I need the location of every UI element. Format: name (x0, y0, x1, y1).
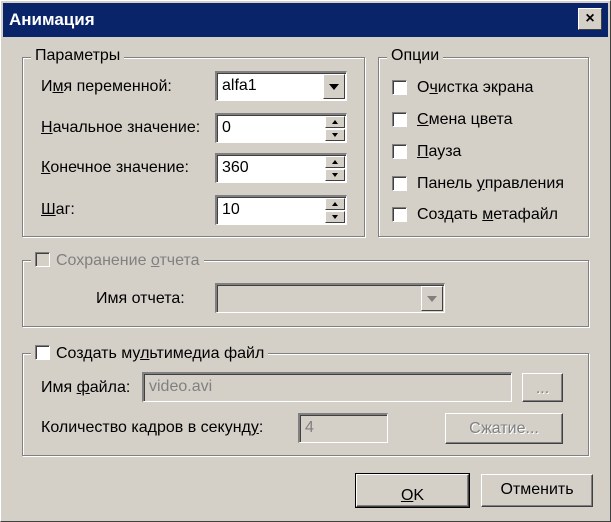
spin-down-icon[interactable] (325, 211, 345, 223)
save-report-label: Сохранение отчета (56, 252, 200, 269)
create-metafile-label[interactable]: Создать метафайл (417, 206, 558, 224)
report-name-combobox (215, 283, 445, 313)
chevron-down-icon (427, 296, 437, 302)
window-title: Анимация (9, 10, 95, 29)
create-multimedia-label[interactable]: Создать мультимедиа файл (56, 345, 264, 362)
var-name-dropdown-button[interactable] (323, 74, 345, 99)
title-bar[interactable]: Анимация × (3, 3, 608, 37)
color-change-label[interactable]: Смена цвета (417, 111, 513, 129)
step-spinner[interactable]: 10 (215, 195, 347, 225)
report-name-label: Имя отчета: (96, 290, 185, 307)
var-name-value: alfa1 (222, 77, 257, 94)
spin-up-icon[interactable] (325, 198, 345, 210)
end-value-label: Конечное значение: (41, 159, 189, 176)
multimedia-legend: Создать мультимедиа файл (31, 343, 269, 363)
color-change-checkbox[interactable] (392, 112, 407, 127)
pause-label[interactable]: Пауза (417, 143, 461, 161)
save-report-checkbox (35, 252, 50, 267)
pause-checkbox[interactable] (392, 144, 407, 159)
step-value: 10 (222, 201, 240, 218)
var-name-combobox[interactable]: alfa1 (215, 71, 347, 101)
fps-input: 4 (298, 413, 388, 443)
file-name-label: Имя файла: (41, 379, 131, 396)
report-name-dropdown-button (421, 286, 443, 311)
start-spin-buttons[interactable] (325, 116, 345, 141)
options-legend: Опции (387, 47, 444, 65)
end-value-spinner[interactable]: 360 (215, 153, 347, 183)
file-name-value: video.avi (149, 378, 213, 395)
parameters-legend: Параметры (31, 47, 125, 65)
spin-down-icon[interactable] (325, 169, 345, 181)
step-spin-buttons[interactable] (325, 198, 345, 223)
end-spin-buttons[interactable] (325, 156, 345, 181)
cancel-button[interactable]: Отменить (481, 474, 593, 507)
spin-up-icon[interactable] (325, 156, 345, 168)
ok-button[interactable]: OK (355, 473, 470, 508)
clear-screen-label[interactable]: Очистка экрана (417, 79, 533, 97)
fps-value: 4 (305, 419, 314, 436)
animation-dialog: Анимация × Параметры Имя переменной: alf… (0, 0, 611, 522)
start-value-label: Начальное значение: (41, 119, 201, 136)
start-value-spinner[interactable]: 0 (215, 113, 347, 143)
start-value: 0 (222, 119, 231, 136)
close-button[interactable]: × (578, 8, 602, 30)
var-name-label: Имя переменной: (41, 78, 172, 95)
create-metafile-checkbox[interactable] (392, 207, 407, 222)
end-value: 360 (222, 159, 249, 176)
control-panel-label[interactable]: Панель управления (417, 175, 564, 193)
fps-label: Количество кадров в секунду: (41, 419, 264, 436)
spin-up-icon[interactable] (325, 116, 345, 128)
chevron-down-icon (329, 84, 339, 90)
control-panel-checkbox[interactable] (392, 176, 407, 191)
spin-down-icon[interactable] (325, 129, 345, 141)
clear-screen-checkbox[interactable] (392, 80, 407, 95)
compression-button: Сжатие... (445, 413, 563, 444)
create-multimedia-checkbox[interactable] (35, 345, 50, 360)
step-label: Шаг: (41, 201, 75, 218)
file-name-input: video.avi (142, 372, 512, 402)
browse-button: ... (522, 373, 563, 402)
report-legend: Сохранение отчета (31, 250, 204, 270)
